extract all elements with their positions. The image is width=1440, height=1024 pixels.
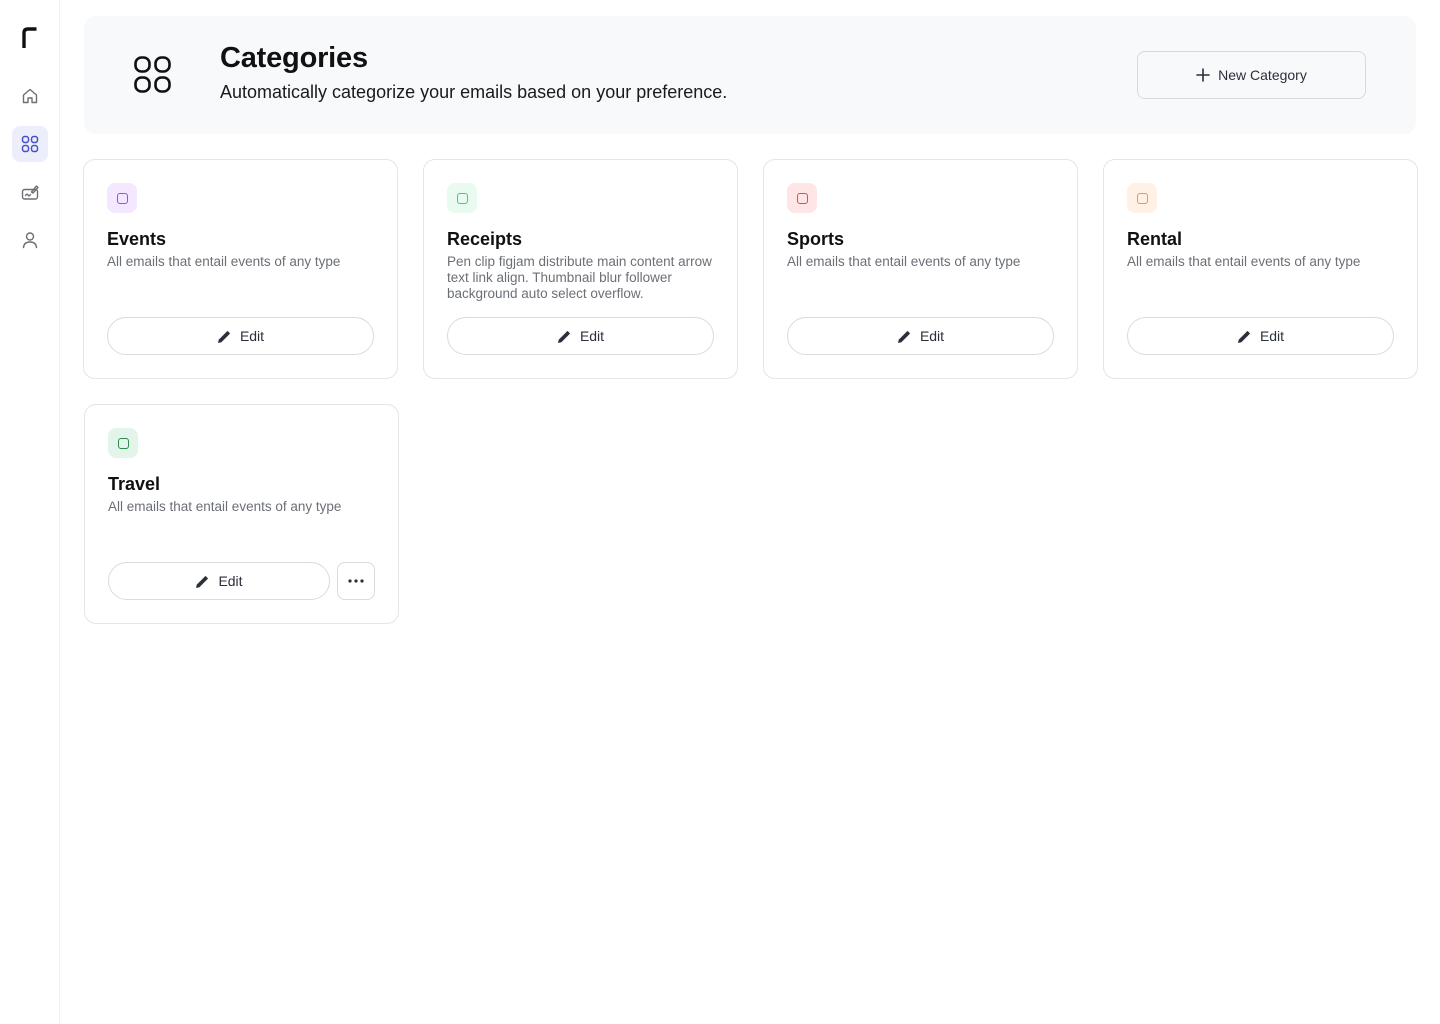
category-card-events: Events All emails that entail events of … (83, 159, 398, 379)
category-description: Pen clip figjam distribute main content … (447, 254, 712, 301)
category-title: Travel (108, 474, 161, 494)
pencil-icon (217, 330, 231, 343)
logo (22, 27, 37, 48)
edit-label: Edit (919, 328, 945, 344)
category-description: All emails that entail events of any typ… (787, 254, 1021, 269)
edit-label: Edit (239, 328, 265, 344)
edit-button[interactable]: Edit (108, 562, 330, 600)
sidebar (0, 0, 60, 1024)
category-description: All emails that entail events of any typ… (108, 499, 342, 514)
edit-button[interactable]: Edit (787, 317, 1054, 355)
new-category-button[interactable]: New Category (1137, 51, 1366, 99)
sidebar-item-home[interactable] (12, 78, 48, 114)
square-icon (116, 192, 128, 204)
category-card-rental: Rental All emails that entail events of … (1103, 159, 1418, 379)
category-description: All emails that entail events of any typ… (1127, 254, 1361, 269)
category-color-badge (1127, 183, 1157, 213)
user-icon (22, 232, 38, 249)
category-color-badge (107, 183, 137, 213)
edit-label: Edit (218, 573, 243, 589)
edit-button[interactable]: Edit (447, 317, 714, 355)
square-icon (117, 437, 129, 449)
page-title: Categories (220, 42, 368, 74)
category-title: Sports (787, 229, 845, 249)
more-options-button[interactable] (337, 562, 375, 600)
page-header: Categories Automatically categorize your… (84, 16, 1416, 134)
grid-icon (134, 56, 171, 93)
square-icon (456, 192, 468, 204)
category-title: Events (107, 229, 167, 249)
edit-button[interactable]: Edit (1127, 317, 1394, 355)
page-subtitle: Automatically categorize your emails bas… (220, 82, 728, 102)
more-horizontal-icon (348, 579, 364, 583)
pencil-icon (897, 330, 911, 343)
category-card-receipts: Receipts Pen clip figjam distribute main… (423, 159, 738, 379)
sidebar-item-profile[interactable] (12, 222, 48, 258)
category-title: Receipts (447, 229, 523, 249)
plus-icon (1196, 68, 1210, 82)
sidebar-item-compose[interactable] (12, 174, 48, 210)
square-icon (796, 192, 808, 204)
edit-label: Edit (1259, 328, 1285, 344)
sidebar-item-categories[interactable] (12, 126, 48, 162)
category-color-badge (108, 428, 138, 458)
home-icon (22, 88, 38, 104)
edit-label: Edit (579, 328, 605, 344)
pencil-icon (196, 575, 209, 588)
category-color-badge (447, 183, 477, 213)
category-card-travel: Travel All emails that entail events of … (84, 404, 399, 624)
edit-button[interactable]: Edit (107, 317, 374, 355)
pencil-icon (1237, 330, 1251, 343)
category-description: All emails that entail events of any typ… (107, 254, 341, 269)
pencil-icon (557, 330, 571, 343)
signature-icon (21, 185, 39, 200)
category-color-badge (787, 183, 817, 213)
new-category-label: New Category (1218, 67, 1307, 83)
category-card-sports: Sports All emails that entail events of … (763, 159, 1078, 379)
square-icon (1136, 192, 1148, 204)
category-title: Rental (1127, 229, 1183, 249)
grid-icon (21, 135, 39, 153)
